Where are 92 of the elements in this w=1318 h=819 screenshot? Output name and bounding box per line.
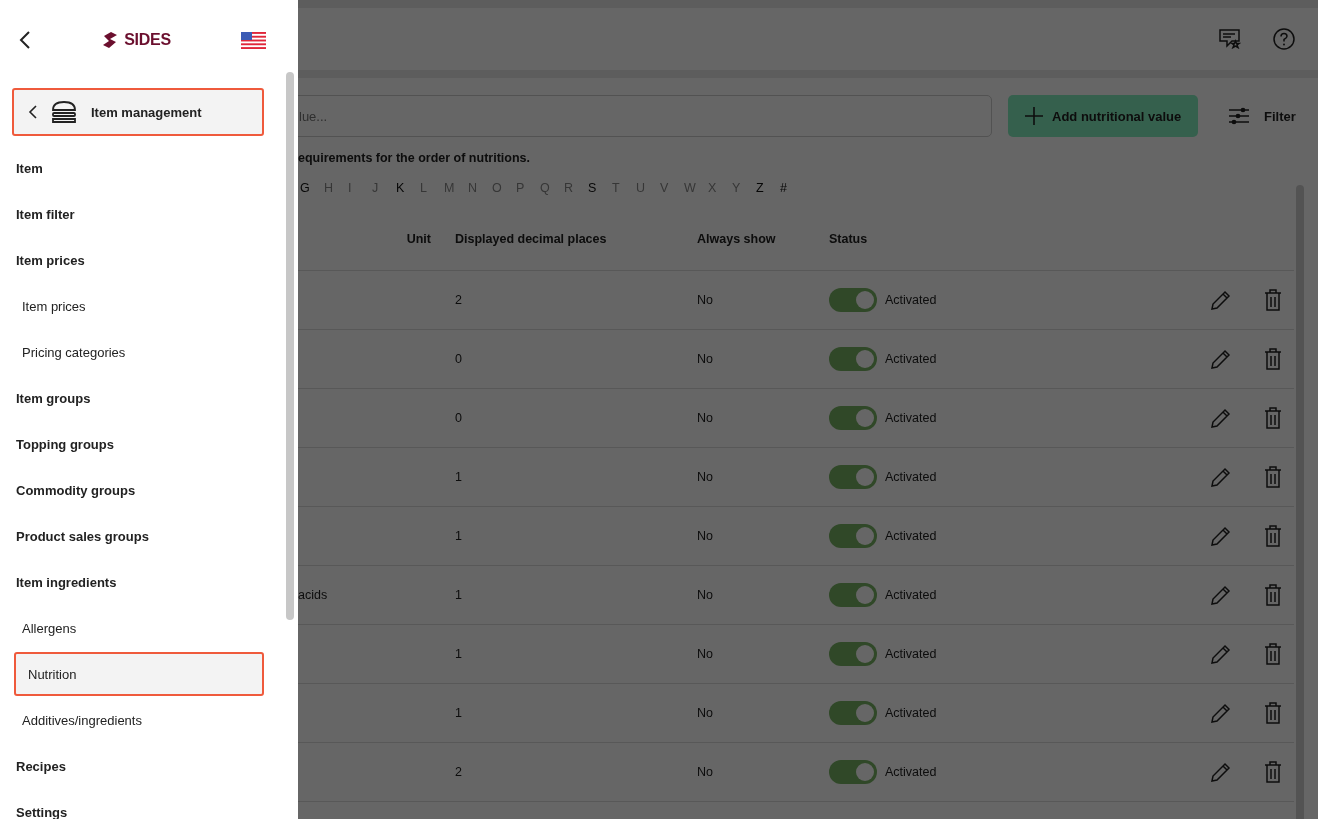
edit-icon[interactable] bbox=[1210, 643, 1232, 665]
table-cell: No bbox=[697, 352, 713, 366]
edit-icon[interactable] bbox=[1210, 761, 1232, 783]
table-cell: 1 bbox=[455, 529, 462, 543]
chat-star-icon[interactable] bbox=[1219, 29, 1241, 49]
table-cell: 0 bbox=[455, 352, 462, 366]
status-toggle[interactable] bbox=[829, 583, 877, 607]
status-toggle[interactable] bbox=[829, 347, 877, 371]
edit-icon[interactable] bbox=[1210, 466, 1232, 488]
sidebar-item[interactable]: Item prices bbox=[0, 238, 264, 282]
sidebar-item[interactable]: Product sales groups bbox=[0, 514, 264, 558]
delete-icon[interactable] bbox=[1264, 584, 1282, 606]
column-header: Unit bbox=[406, 232, 431, 246]
sidebar-item[interactable]: Nutrition bbox=[14, 652, 264, 696]
delete-icon[interactable] bbox=[1264, 702, 1282, 724]
table-cell: 1 bbox=[455, 588, 462, 602]
table-cell: acids bbox=[298, 588, 328, 602]
sidebar-item[interactable]: Topping groups bbox=[0, 422, 264, 466]
sidebar-item[interactable]: Pricing categories bbox=[14, 330, 264, 374]
status-text: Activated bbox=[885, 411, 937, 425]
table-cell: No bbox=[697, 588, 713, 602]
table-cell: No bbox=[697, 706, 713, 720]
sidebar-item[interactable]: Item groups bbox=[0, 376, 264, 420]
sidebar-item[interactable]: Item filter bbox=[0, 192, 264, 236]
table-cell: No bbox=[697, 765, 713, 779]
sidebar-item[interactable]: Additives/ingredients bbox=[14, 698, 264, 742]
edit-icon[interactable] bbox=[1210, 702, 1232, 724]
status-text: Activated bbox=[885, 706, 937, 720]
status-text: Activated bbox=[885, 765, 937, 779]
table-cell: 1 bbox=[455, 647, 462, 661]
table-cell: No bbox=[697, 470, 713, 484]
delete-icon[interactable] bbox=[1264, 761, 1282, 783]
status-text: Activated bbox=[885, 529, 937, 543]
logo-text: SIDES bbox=[124, 31, 171, 49]
column-header: Status bbox=[829, 232, 869, 246]
status-toggle[interactable] bbox=[829, 642, 877, 666]
table-cell: 1 bbox=[455, 706, 462, 720]
letter-link[interactable]: # bbox=[780, 181, 804, 195]
sidebar-item[interactable]: Item bbox=[0, 146, 264, 190]
status-toggle[interactable] bbox=[829, 406, 877, 430]
status-toggle[interactable] bbox=[829, 524, 877, 548]
edit-icon[interactable] bbox=[1210, 407, 1232, 429]
status-text: Activated bbox=[885, 647, 937, 661]
sidebar-item[interactable]: Settings bbox=[0, 790, 264, 819]
status-toggle[interactable] bbox=[829, 465, 877, 489]
add-button[interactable]: Add nutritional value bbox=[1008, 95, 1198, 137]
sliders-icon bbox=[1228, 107, 1250, 125]
delete-icon[interactable] bbox=[1264, 348, 1282, 370]
flag-icon[interactable] bbox=[241, 31, 266, 49]
letter-link[interactable]: K bbox=[396, 181, 420, 195]
delete-icon[interactable] bbox=[1264, 466, 1282, 488]
back-icon bbox=[28, 105, 37, 119]
table-cell: No bbox=[697, 529, 713, 543]
delete-icon[interactable] bbox=[1264, 289, 1282, 311]
sidebar-item[interactable]: Item prices bbox=[14, 284, 264, 328]
table-cell: 2 bbox=[455, 293, 462, 307]
delete-icon[interactable] bbox=[1264, 407, 1282, 429]
status-toggle[interactable] bbox=[829, 288, 877, 312]
edit-icon[interactable] bbox=[1210, 525, 1232, 547]
hint-text: equirements for the order of nutritions. bbox=[298, 151, 531, 165]
sidebar-item[interactable]: Allergens bbox=[14, 606, 264, 650]
back-icon[interactable] bbox=[19, 31, 31, 49]
section-header[interactable]: Item management bbox=[12, 88, 264, 136]
column-header: Displayed decimal places bbox=[455, 232, 608, 246]
table-cell: 2 bbox=[455, 765, 462, 779]
filter-button[interactable]: Filter bbox=[1228, 107, 1296, 125]
letter-link[interactable]: S bbox=[588, 181, 612, 195]
edit-icon[interactable] bbox=[1210, 584, 1232, 606]
status-text: Activated bbox=[885, 293, 937, 307]
table-cell: No bbox=[697, 293, 713, 307]
edit-icon[interactable] bbox=[1210, 289, 1232, 311]
sidebar-item[interactable]: Commodity groups bbox=[0, 468, 264, 512]
table-cell: No bbox=[697, 647, 713, 661]
status-text: Activated bbox=[885, 352, 937, 366]
sidebar-item[interactable]: Item ingredients bbox=[0, 560, 264, 604]
table-cell: 1 bbox=[455, 470, 462, 484]
delete-icon[interactable] bbox=[1264, 525, 1282, 547]
edit-icon[interactable] bbox=[1210, 348, 1232, 370]
plus-icon bbox=[1024, 106, 1044, 126]
burger-icon bbox=[51, 100, 77, 124]
status-text: Activated bbox=[885, 470, 937, 484]
letter-link[interactable]: G bbox=[300, 181, 324, 195]
column-header: Always show bbox=[697, 232, 777, 246]
status-toggle[interactable] bbox=[829, 760, 877, 784]
table-cell: 0 bbox=[455, 411, 462, 425]
letter-link[interactable]: Z bbox=[756, 181, 780, 195]
sidebar-item[interactable]: Recipes bbox=[0, 744, 264, 788]
table-cell: No bbox=[697, 411, 713, 425]
status-toggle[interactable] bbox=[829, 701, 877, 725]
status-text: Activated bbox=[885, 588, 937, 602]
help-icon[interactable] bbox=[1273, 28, 1295, 50]
delete-icon[interactable] bbox=[1264, 643, 1282, 665]
